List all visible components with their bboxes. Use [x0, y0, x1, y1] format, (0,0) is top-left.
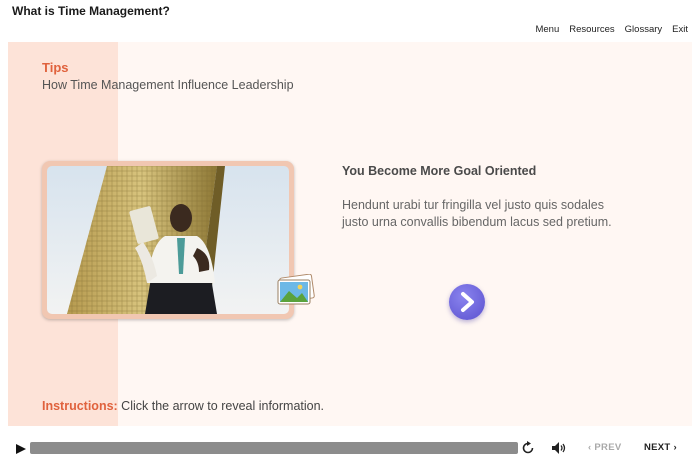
next-button[interactable]: NEXT ›	[644, 442, 677, 453]
replay-button[interactable]	[520, 440, 536, 456]
progress-scrubber[interactable]	[30, 442, 518, 454]
volume-button[interactable]	[551, 441, 567, 455]
point-body: Hendunt urabi tur fringilla vel justo qu…	[342, 198, 612, 229]
exit-link[interactable]: Exit	[672, 24, 688, 35]
volume-icon	[552, 442, 566, 454]
photo-frame	[42, 161, 294, 319]
glossary-link[interactable]: Glossary	[625, 24, 662, 35]
player-controls: ‹ PREV NEXT ›	[0, 430, 700, 470]
menu-link[interactable]: Menu	[535, 24, 559, 35]
top-navigation: Menu Resources Glossary Exit	[535, 24, 688, 35]
chevron-right-icon	[461, 292, 474, 312]
prev-label: PREV	[594, 442, 622, 453]
play-button[interactable]	[14, 442, 28, 456]
replay-icon	[522, 441, 534, 454]
course-title: What is Time Management?	[12, 4, 170, 18]
image-gallery-icon[interactable]	[275, 273, 317, 306]
slide-content: Tips How Time Management Influence Leade…	[8, 42, 692, 426]
instructions: Instructions: Click the arrow to reveal …	[42, 399, 324, 413]
play-icon	[16, 444, 26, 454]
slide-subtitle: How Time Management Influence Leadership	[42, 78, 294, 92]
businessman-photo	[47, 166, 289, 314]
chevron-right-icon: ›	[670, 442, 677, 453]
next-label: NEXT	[644, 442, 671, 453]
resources-link[interactable]: Resources	[569, 24, 614, 35]
slide-heading: Tips	[42, 60, 69, 75]
prev-button[interactable]: ‹ PREV	[588, 442, 621, 453]
reveal-arrow-button[interactable]	[449, 284, 485, 320]
instructions-text: Click the arrow to reveal information.	[117, 399, 325, 413]
instructions-label: Instructions:	[42, 399, 118, 413]
point-title: You Become More Goal Oriented	[342, 164, 537, 178]
